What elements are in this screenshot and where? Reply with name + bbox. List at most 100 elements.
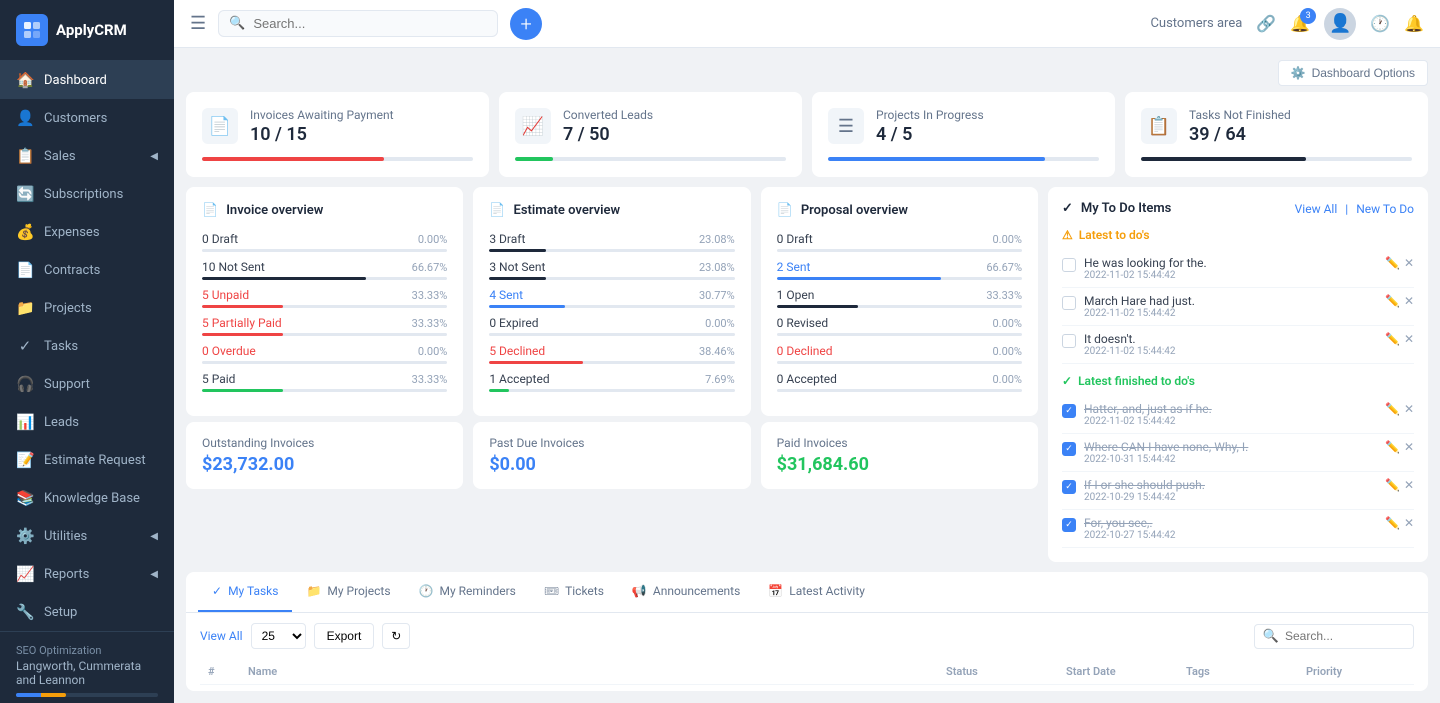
tab-my_reminders[interactable]: 🕐My Reminders	[405, 572, 530, 612]
sidebar-item-projects[interactable]: 📁 Projects	[0, 289, 174, 327]
sidebar-label-reports: Reports	[44, 567, 89, 582]
overview-row-label: 5 Unpaid	[202, 288, 249, 302]
todo-checkbox[interactable]: ✓	[1062, 480, 1076, 494]
tasks-search-box[interactable]: 🔍	[1254, 624, 1414, 649]
overview-row-pct: 0.00%	[992, 233, 1022, 246]
sidebar-item-knowledge-base[interactable]: 📚 Knowledge Base	[0, 479, 174, 517]
check-icon: ✓	[1062, 374, 1072, 388]
todo-checkbox[interactable]: ✓	[1062, 442, 1076, 456]
proposal-overview-icon: 📄	[777, 203, 793, 218]
todo-item: March Hare had just. 2022-11-02 15:44:42…	[1062, 288, 1414, 326]
tab-icon: 📅	[768, 584, 783, 598]
overview-row-label: 3 Not Sent	[489, 260, 545, 274]
tab-icon: ✓	[212, 584, 222, 598]
tab-label: Tickets	[565, 584, 604, 598]
edit-icon[interactable]: ✏️	[1385, 478, 1400, 492]
close-icon[interactable]: ✕	[1404, 478, 1414, 492]
alerts-icon[interactable]: 🔔	[1404, 14, 1424, 33]
stat-cards-row: 📄 Invoices Awaiting Payment 10 / 15 📈 Co…	[186, 92, 1428, 177]
sidebar-item-leads[interactable]: 📊 Leads	[0, 403, 174, 441]
estimate-icon: 📝	[16, 451, 34, 469]
search-box[interactable]: 🔍	[218, 10, 498, 37]
sidebar-item-support[interactable]: 🎧 Support	[0, 365, 174, 403]
page-size-select[interactable]: 25 50 100	[251, 623, 306, 649]
close-icon[interactable]: ✕	[1404, 402, 1414, 416]
stat-card-invoices_awaiting: 📄 Invoices Awaiting Payment 10 / 15	[186, 92, 489, 177]
mini-bar	[489, 389, 509, 392]
sidebar-item-estimate-request[interactable]: 📝 Estimate Request	[0, 441, 174, 479]
notifications-icon[interactable]: 🔔 3	[1290, 14, 1310, 33]
tasks-view-all-link[interactable]: View All	[200, 629, 243, 643]
sidebar-item-reports[interactable]: 📈 Reports ◀	[0, 555, 174, 593]
todo-checkbox[interactable]	[1062, 296, 1076, 310]
tab-latest_activity[interactable]: 📅Latest Activity	[754, 572, 879, 612]
todo-item-date: 2022-11-02 15:44:42	[1084, 308, 1377, 319]
tab-icon: 📢	[632, 584, 647, 598]
outstanding-invoices-card: Outstanding Invoices $23,732.00	[186, 422, 463, 489]
tab-tickets[interactable]: 🎟Tickets	[530, 572, 618, 612]
export-button[interactable]: Export	[314, 623, 375, 649]
sidebar-item-utilities[interactable]: ⚙️ Utilities ◀	[0, 517, 174, 555]
close-icon[interactable]: ✕	[1404, 516, 1414, 530]
sidebar-item-contracts[interactable]: 📄 Contracts	[0, 251, 174, 289]
close-icon[interactable]: ✕	[1404, 332, 1414, 346]
close-icon[interactable]: ✕	[1404, 256, 1414, 270]
overview-left: 📄 Invoice overview 0 Draft 0.00% 10 Not …	[186, 187, 1038, 562]
avatar[interactable]: 👤	[1324, 8, 1356, 40]
add-button[interactable]: +	[510, 8, 542, 40]
edit-icon[interactable]: ✏️	[1385, 294, 1400, 308]
menu-icon[interactable]: ☰	[190, 13, 206, 34]
main-content: ☰ 🔍 + Customers area 🔗 🔔 3 👤 🕐 🔔 ⚙️ Da	[174, 0, 1440, 703]
sidebar-item-expenses[interactable]: 💰 Expenses	[0, 213, 174, 251]
close-icon[interactable]: ✕	[1404, 440, 1414, 454]
todo-panel: ✓ My To Do Items View All | New To Do ⚠ …	[1048, 187, 1428, 562]
search-input[interactable]	[253, 16, 487, 31]
sidebar-item-setup[interactable]: 🔧 Setup	[0, 593, 174, 631]
sidebar-item-customers[interactable]: 👤 Customers	[0, 99, 174, 137]
tab-icon: 📁	[306, 584, 321, 598]
edit-icon[interactable]: ✏️	[1385, 332, 1400, 346]
todo-checkbox[interactable]: ✓	[1062, 404, 1076, 418]
close-icon[interactable]: ✕	[1404, 294, 1414, 308]
overview-row-pct: 66.67%	[986, 261, 1022, 274]
sidebar-item-dashboard[interactable]: 🏠 Dashboard	[0, 61, 174, 99]
overview-row-item: 0 Overdue 0.00%	[202, 344, 447, 364]
todo-item-actions: ✏️ ✕	[1385, 332, 1414, 346]
edit-icon[interactable]: ✏️	[1385, 256, 1400, 270]
mini-bar-wrap	[489, 389, 734, 392]
todo-item-actions: ✏️ ✕	[1385, 478, 1414, 492]
todo-item-actions: ✏️ ✕	[1385, 440, 1414, 454]
projects-icon: 📁	[16, 299, 34, 317]
tab-my_tasks[interactable]: ✓My Tasks	[198, 572, 292, 612]
todo-item: ✓ For, you see,. 2022-10-27 15:44:42 ✏️ …	[1062, 510, 1414, 548]
stat-progress-bar	[828, 157, 1099, 161]
app-logo[interactable]: ApplyCRM	[0, 0, 174, 61]
sidebar-item-subscriptions[interactable]: 🔄 Subscriptions	[0, 175, 174, 213]
tab-announcements[interactable]: 📢Announcements	[618, 572, 754, 612]
sidebar-item-sales[interactable]: 📋 Sales ◀	[0, 137, 174, 175]
dashboard-options-button[interactable]: ⚙️ Dashboard Options	[1278, 60, 1428, 86]
share-icon[interactable]: 🔗	[1256, 14, 1276, 33]
stat-card-header: 📈 Converted Leads 7 / 50	[515, 108, 786, 145]
sidebar-project-label: SEO Optimization	[16, 644, 158, 657]
history-icon[interactable]: 🕐	[1370, 14, 1390, 33]
edit-icon[interactable]: ✏️	[1385, 440, 1400, 454]
tasks-search-input[interactable]	[1285, 629, 1405, 643]
topbar: ☰ 🔍 + Customers area 🔗 🔔 3 👤 🕐 🔔	[174, 0, 1440, 48]
todo-new-link[interactable]: New To Do	[1356, 202, 1414, 216]
chevron-right-icon-2: ◀	[150, 531, 158, 542]
overview-row-pct: 30.77%	[699, 289, 735, 302]
tab-my_projects[interactable]: 📁My Projects	[292, 572, 404, 612]
edit-icon[interactable]: ✏️	[1385, 402, 1400, 416]
todo-checkbox[interactable]: ✓	[1062, 518, 1076, 532]
todo-view-all-link[interactable]: View All	[1295, 202, 1338, 216]
todo-checkbox[interactable]	[1062, 258, 1076, 272]
stat-progress-fill	[828, 157, 1045, 161]
refresh-button[interactable]: ↻	[382, 623, 410, 649]
overview-row-label: 10 Not Sent	[202, 260, 265, 274]
sidebar-item-tasks[interactable]: ✓ Tasks	[0, 327, 174, 365]
overview-row-item: 3 Not Sent 23.08%	[489, 260, 734, 280]
todo-checkbox[interactable]	[1062, 334, 1076, 348]
edit-icon[interactable]: ✏️	[1385, 516, 1400, 530]
tab-toolbar: View All 25 50 100 Export ↻ 🔍	[200, 623, 1414, 649]
